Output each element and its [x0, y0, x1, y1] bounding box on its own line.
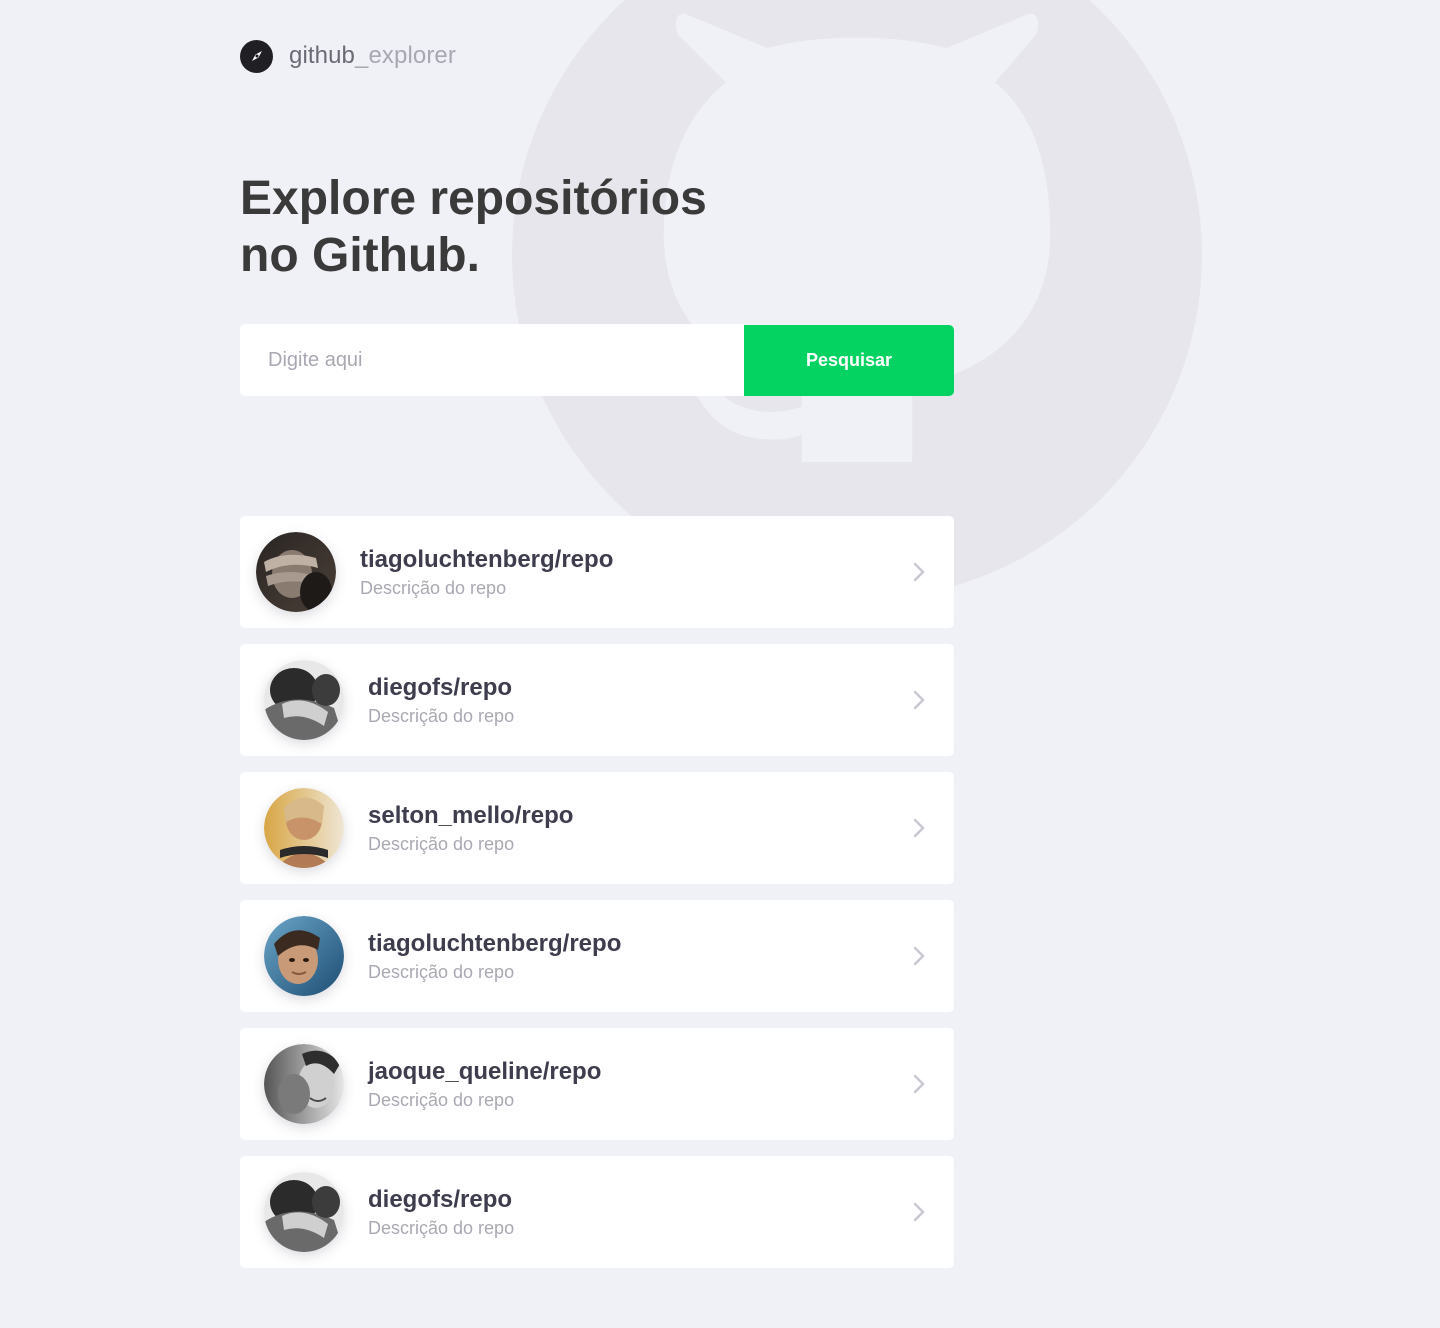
- chevron-right-icon: [913, 690, 925, 710]
- chevron-right-icon: [913, 818, 925, 838]
- compass-icon: [240, 39, 273, 73]
- repository-description: Descrição do repo: [360, 577, 507, 598]
- avatar: [264, 788, 344, 868]
- app-logo[interactable]: github_explorer: [240, 39, 456, 73]
- repository-description: Descrição do repo: [368, 1089, 515, 1110]
- repository-item[interactable]: diegofs/repo Descrição do repo: [240, 1156, 954, 1268]
- avatar: [264, 660, 344, 740]
- github-logo-background-icon: [512, 0, 1202, 600]
- repository-name: tiagoluchtenberg/repo: [368, 929, 622, 957]
- repository-description: Descrição do repo: [368, 705, 515, 726]
- page-title-line-1: Explore repositórios: [240, 172, 707, 225]
- repository-item[interactable]: jaoque_queline/repo Descrição do repo: [240, 1028, 954, 1140]
- repository-item[interactable]: selton_mello/repo Descrição do repo: [240, 772, 954, 884]
- search-button[interactable]: Pesquisar: [744, 325, 954, 396]
- repository-info: jaoque_queline/repo Descrição do repo: [368, 1057, 601, 1112]
- avatar: [264, 1172, 344, 1252]
- chevron-right-icon: [913, 946, 925, 966]
- repository-description: Descrição do repo: [368, 961, 515, 982]
- repository-name: tiagoluchtenberg/repo: [360, 545, 614, 573]
- repository-name: diegofs/repo: [368, 1185, 513, 1213]
- logo-text-light: _explorer: [355, 42, 456, 69]
- page-title: Explore repositórios no Github.: [240, 170, 760, 284]
- repository-list: tiagoluchtenberg/repo Descrição do repo: [240, 516, 954, 1284]
- logo-text-bold: github: [289, 42, 355, 69]
- chevron-right-icon: [913, 1074, 925, 1094]
- avatar: [264, 1044, 344, 1124]
- chevron-right-icon: [913, 1202, 925, 1222]
- search-form: Pesquisar: [240, 324, 954, 396]
- page-title-line-2: no Github.: [240, 229, 480, 282]
- repository-info: tiagoluchtenberg/repo Descrição do repo: [368, 929, 621, 984]
- repository-item[interactable]: tiagoluchtenberg/repo Descrição do repo: [240, 516, 954, 628]
- repository-info: selton_mello/repo Descrição do repo: [368, 801, 573, 856]
- repository-name: jaoque_queline/repo: [368, 1057, 602, 1085]
- repository-description: Descrição do repo: [368, 1217, 515, 1238]
- repository-name: diegofs/repo: [368, 673, 513, 701]
- app-logo-text: github_explorer: [289, 42, 456, 70]
- repository-info: diegofs/repo Descrição do repo: [368, 673, 514, 728]
- avatar: [256, 532, 336, 612]
- chevron-right-icon: [913, 562, 925, 582]
- repository-description: Descrição do repo: [368, 833, 515, 854]
- repository-item[interactable]: diegofs/repo Descrição do repo: [240, 644, 954, 756]
- repository-item[interactable]: tiagoluchtenberg/repo Descrição do repo: [240, 900, 954, 1012]
- repository-name: selton_mello/repo: [368, 801, 574, 829]
- repository-info: tiagoluchtenberg/repo Descrição do repo: [360, 545, 613, 600]
- avatar: [264, 916, 344, 996]
- repository-info: diegofs/repo Descrição do repo: [368, 1185, 514, 1240]
- search-input[interactable]: [240, 324, 744, 396]
